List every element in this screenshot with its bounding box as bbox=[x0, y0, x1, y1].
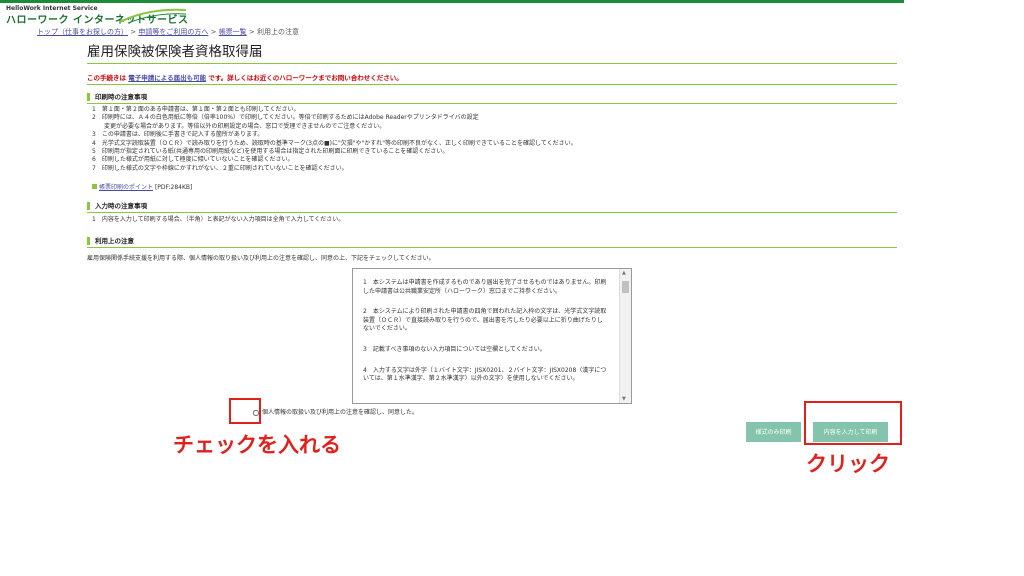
terms-item: 4 入力する文字は外字（１バイト文字：JISX0201、２バイト文字：JISX0… bbox=[363, 366, 607, 383]
list-item: 1 内容を入力して印刷する場合、（半角）と表記がない入力項目は全角で入力してくだ… bbox=[92, 216, 345, 223]
scroll-up-icon[interactable]: ▲ bbox=[622, 270, 626, 276]
list-item: 2 印刷時には、Ａ４の白色用紙に等倍（倍率100%）で印刷してください。等倍で印… bbox=[92, 114, 479, 122]
electronic-application-notice: この手続きは 電子申請による届出も可能 です。詳しくはお近くのハローワークまでお… bbox=[87, 72, 403, 82]
annotation-click: クリック bbox=[806, 452, 890, 476]
checkbox-highlight-box bbox=[229, 398, 261, 424]
list-item: 3 この申請書は、印刷後に手書きで記入する箇所があります。 bbox=[92, 131, 264, 139]
divider bbox=[87, 63, 897, 64]
logo-swoosh-icon bbox=[119, 8, 187, 24]
agree-label: 個人情報の取扱い及び利用上の注意を確認し、同意した。 bbox=[262, 409, 419, 416]
breadcrumb-link-top[interactable]: トップ（仕事をお探しの方） bbox=[37, 28, 128, 36]
print-notes-heading: 印刷時の注意事項 bbox=[87, 93, 147, 101]
usage-intro-text: 雇用保険関係手続支援を利用する際、個人情報の取り扱い及び利用上の注意を確認し、同… bbox=[87, 255, 435, 262]
notice-suffix: です。詳しくはお近くのハローワークまでお問い合わせください。 bbox=[208, 74, 403, 82]
breadcrumb: トップ（仕事をお探しの方） > 申請等をご利用の方へ > 帳票一覧 > 利用上の… bbox=[37, 27, 299, 37]
pdf-size: [PDF:284KB] bbox=[154, 184, 193, 191]
annotation-check: チェックを入れる bbox=[173, 433, 341, 457]
breadcrumb-current: 利用上の注意 bbox=[257, 28, 300, 36]
terms-item: 3 記載すべき事項のない入力項目については空欄としてください。 bbox=[363, 345, 546, 353]
breadcrumb-link-forms[interactable]: 帳票一覧 bbox=[219, 28, 247, 36]
page-title: 雇用保険被保険者資格取得届 bbox=[87, 44, 263, 60]
electronic-application-link[interactable]: 電子申請による届出も可能 bbox=[128, 74, 206, 82]
scroll-down-icon[interactable]: ▼ bbox=[622, 396, 626, 402]
list-item: 7 印刷した様式の文字や枠線にかすれがない、２重に印刷されていないことを確認くだ… bbox=[92, 164, 348, 172]
agree-checkbox-row[interactable]: 個人情報の取扱い及び利用上の注意を確認し、同意した。 bbox=[253, 407, 418, 416]
breadcrumb-separator: > bbox=[210, 28, 217, 36]
notice-prefix: この手続きは bbox=[87, 74, 126, 82]
print-notes-list: 1 第１面・第２面のある申請書は、第１面・第２面とも印刷してください。 2 印刷… bbox=[92, 106, 577, 173]
terms-scroll-box[interactable]: 1 本システムは申請書を作成するものであり届出を完了させるものではありません。印… bbox=[352, 268, 632, 404]
print-points-link[interactable]: 帳票印刷のポイント bbox=[99, 184, 153, 191]
breadcrumb-separator: > bbox=[248, 28, 255, 36]
list-item: 6 印刷した様式が用紙に対して極度に傾いていないことを確認ください。 bbox=[92, 156, 294, 164]
terms-item: 1 本システムは申請書を作成するものであり届出を完了させるものではありません。印… bbox=[363, 279, 607, 295]
breadcrumb-link-applicants[interactable]: 申請等をご利用の方へ bbox=[138, 28, 208, 36]
divider bbox=[87, 212, 897, 213]
usage-notes-heading: 利用上の注意 bbox=[87, 237, 134, 245]
input-notes-list: 1 内容を入力して印刷する場合、（半角）と表記がない入力項目は全角で入力してくだ… bbox=[92, 216, 344, 224]
top-bar bbox=[0, 0, 904, 3]
divider bbox=[87, 103, 897, 104]
terms-item: 2 本システムにより印刷された申請書の四角で囲われた記入枠の文字は、光学式文字読… bbox=[363, 308, 607, 333]
print-layout-only-button[interactable]: 様式のみ印刷 bbox=[746, 422, 801, 442]
terms-content: 1 本システムは申請書を作成するものであり届出を完了させるものではありません。印… bbox=[363, 279, 607, 396]
divider bbox=[87, 247, 897, 248]
button-highlight-box bbox=[804, 401, 902, 445]
divider bbox=[87, 84, 897, 85]
print-points-line: 帳票印刷のポイント [PDF:284KB] bbox=[92, 182, 192, 191]
list-item: 4 光学式文字読取装置（ＯＣＲ）で読み取りを行うため、読取時の基準マーク(3点の… bbox=[92, 139, 577, 147]
scrollbar-thumb[interactable] bbox=[622, 281, 629, 293]
terms-scrollbar[interactable]: ▲ ▼ bbox=[619, 269, 631, 403]
input-notes-heading: 入力時の注意事項 bbox=[87, 202, 147, 210]
list-item: 変更が必要な場合があります。等倍以外の印刷設定の場合、窓口で受理できませんのでご… bbox=[104, 122, 386, 130]
bullet-icon bbox=[92, 184, 97, 189]
breadcrumb-separator: > bbox=[130, 28, 137, 36]
